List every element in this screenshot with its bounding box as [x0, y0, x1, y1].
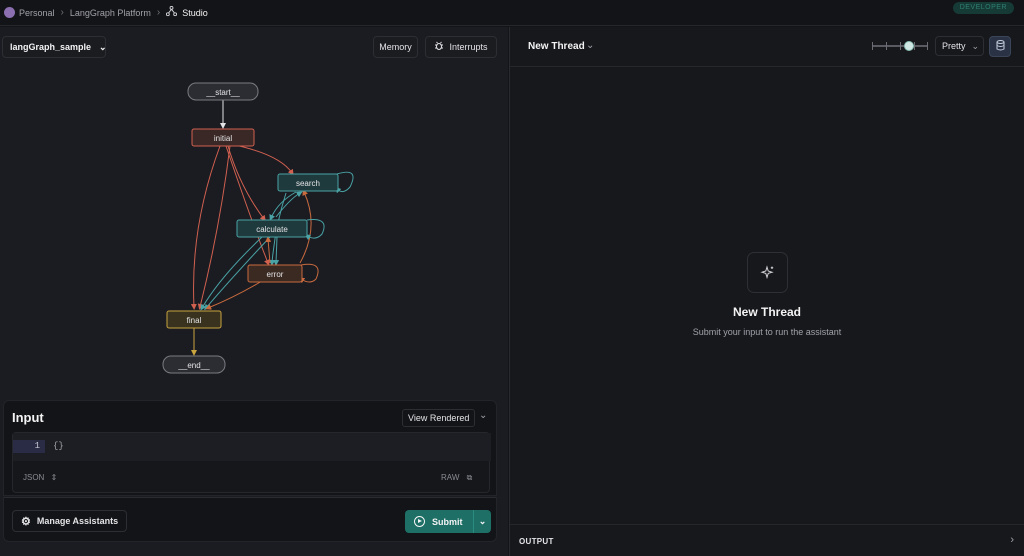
submit-label: Submit	[432, 516, 463, 527]
empty-state-subtitle: Submit your input to run the assistant	[692, 327, 842, 337]
sparkles-icon	[747, 252, 788, 293]
slider-tick	[927, 42, 928, 50]
breadcrumb: Personal › LangGraph Platform › Studio	[4, 5, 208, 19]
code-text[interactable]: {}	[53, 440, 64, 453]
node-final-label: final	[187, 316, 202, 325]
chevron-right-icon[interactable]: ›	[1010, 534, 1014, 546]
node-search-label: search	[296, 179, 320, 188]
raw-label: RAW	[441, 473, 460, 482]
zoom-slider[interactable]	[872, 41, 928, 51]
json-editor[interactable]: 1 {} JSON ⇕ RAW ⧉	[12, 432, 491, 493]
input-footer: ⚙ Manage Assistants Submit ⌄	[3, 497, 497, 542]
node-end[interactable]: __end__	[162, 355, 226, 374]
input-panel: Input View Rendered ⌄ 1 {} JSON ⇕ RAW ⧉	[3, 400, 497, 496]
top-bar: Personal › LangGraph Platform › Studio D…	[0, 0, 1024, 26]
submit-main[interactable]: Submit	[405, 510, 473, 533]
input-title: Input	[12, 410, 44, 425]
node-initial[interactable]: initial	[191, 128, 255, 147]
raw-toggle[interactable]: RAW ⧉	[441, 473, 472, 483]
editor-line: 1 {}	[13, 433, 491, 461]
graph-selector[interactable]: langGraph_sample ⌄	[2, 36, 107, 58]
collapse-chevron-icon[interactable]: ⌄	[479, 410, 487, 421]
node-error-label: error	[267, 270, 284, 279]
bug-icon	[434, 41, 444, 53]
node-search[interactable]: search	[277, 173, 339, 192]
breadcrumb-platform[interactable]: LangGraph Platform	[70, 8, 151, 18]
node-end-label: __end__	[177, 361, 210, 370]
empty-state-title: New Thread	[732, 305, 801, 319]
workspace-avatar[interactable]	[4, 7, 15, 18]
chevron-right-icon: ›	[156, 7, 161, 18]
thread-header: New Thread ⌄ Pretty ⌄	[510, 27, 1024, 67]
breadcrumb-studio: Studio	[182, 7, 208, 18]
slider-tick	[872, 42, 873, 50]
chevron-down-icon: ⌄	[99, 41, 107, 52]
format-selector[interactable]: JSON ⇕	[23, 473, 57, 482]
output-label: OUTPUT	[519, 537, 554, 546]
submit-options-chevron-icon[interactable]: ⌄	[473, 510, 491, 533]
slider-tick	[914, 42, 915, 50]
view-rendered-button[interactable]: View Rendered	[402, 409, 476, 427]
thread-panel: New Thread ⌄ Pretty ⌄ New Thread Submit …	[509, 27, 1024, 556]
thread-selector[interactable]: New Thread	[528, 41, 585, 52]
output-section[interactable]: OUTPUT ›	[510, 524, 1024, 556]
play-icon	[414, 516, 425, 527]
copy-icon: ⧉	[466, 473, 473, 482]
view-mode-label: Pretty	[942, 41, 966, 51]
chevron-down-icon: ⌄	[971, 40, 980, 51]
interrupts-label: Interrupts	[449, 42, 488, 52]
node-calculate-label: calculate	[256, 225, 288, 234]
chevron-right-icon: ›	[60, 7, 64, 18]
view-mode-selector[interactable]: Pretty ⌄	[935, 36, 984, 56]
node-start-label: __start__	[205, 88, 240, 97]
node-initial-label: initial	[214, 134, 232, 143]
database-button[interactable]	[989, 36, 1011, 57]
graph-name: langGraph_sample	[10, 42, 92, 52]
gear-icon: ⚙	[21, 515, 31, 528]
node-error[interactable]: error	[247, 264, 303, 283]
manage-assistants-button[interactable]: ⚙ Manage Assistants	[12, 510, 128, 532]
slider-knob[interactable]	[904, 41, 914, 51]
database-icon	[996, 39, 1005, 54]
memory-button[interactable]: Memory	[373, 36, 418, 58]
slider-tick	[900, 42, 901, 50]
node-start[interactable]: __start__	[187, 82, 259, 101]
node-final[interactable]: final	[166, 310, 222, 329]
developer-badge: DEVELOPER	[952, 2, 1014, 14]
graph-canvas[interactable]: __start__ initial search calculate error…	[0, 27, 508, 399]
line-number: 1	[13, 440, 45, 453]
submit-button[interactable]: Submit ⌄	[405, 510, 491, 533]
breadcrumb-personal[interactable]: Personal	[19, 8, 55, 18]
manage-assistants-label: Manage Assistants	[36, 516, 119, 526]
node-calculate[interactable]: calculate	[236, 219, 308, 238]
format-label: JSON	[23, 473, 45, 482]
studio-icon	[166, 5, 178, 19]
graph-panel: __start__ initial search calculate error…	[0, 27, 508, 556]
interrupts-button[interactable]: Interrupts	[425, 36, 497, 58]
slider-tick	[886, 42, 887, 50]
sort-icon: ⇕	[50, 473, 58, 482]
chevron-down-icon[interactable]: ⌄	[586, 40, 594, 51]
